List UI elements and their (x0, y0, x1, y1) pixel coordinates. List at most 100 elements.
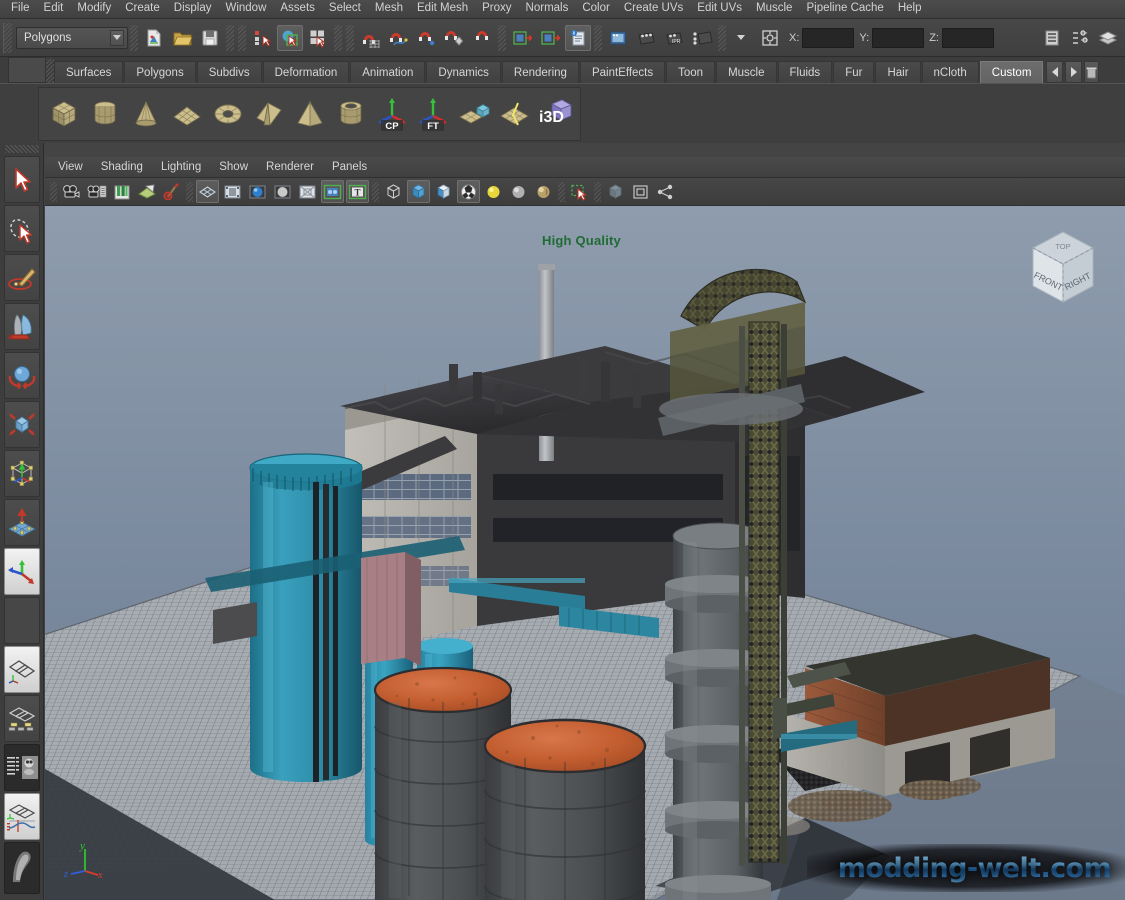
show-hide-attribute-editor-icon[interactable] (1039, 25, 1065, 51)
shelf-tab-ncloth[interactable]: nCloth (921, 61, 979, 83)
menu-item-assets[interactable]: Assets (273, 0, 322, 18)
scale-tool[interactable] (3, 401, 40, 448)
menu-item-create-uvs[interactable]: Create UVs (617, 0, 690, 18)
ipr-render-icon[interactable] (633, 25, 659, 51)
polygon-plane-icon[interactable] (167, 94, 206, 134)
open-scene-icon[interactable] (169, 25, 195, 51)
input-line-mode-icon[interactable] (729, 25, 755, 51)
shelf-tab-polygons[interactable]: Polygons (124, 61, 196, 83)
shelf-tab-dynamics[interactable]: Dynamics (426, 61, 501, 83)
polygon-torus-icon[interactable] (208, 94, 247, 134)
gate-mask-icon[interactable] (271, 180, 294, 203)
use-all-lights-icon[interactable] (482, 180, 505, 203)
shelf-scroll-left-icon[interactable] (1046, 61, 1064, 83)
wireframe-shading-icon[interactable] (382, 180, 405, 203)
view-cube[interactable]: FRONT RIGHT TOP (1015, 222, 1107, 319)
show-hide-tool-settings-icon[interactable] (1067, 25, 1093, 51)
statusline-grip[interactable] (3, 22, 12, 53)
new-scene-icon[interactable] (141, 25, 167, 51)
shelf-tab-rendering[interactable]: Rendering (501, 61, 579, 83)
3d-scene-render[interactable]: High Quality FRONT RIGHT TOP y x z moddi… (45, 206, 1125, 900)
create-cp-axis-icon[interactable]: CP (372, 94, 411, 134)
shelf-tab-animation[interactable]: Animation (350, 61, 426, 83)
select-by-object-type-icon[interactable] (277, 24, 303, 51)
last-tool-used[interactable] (3, 548, 40, 595)
menu-item-window[interactable]: Window (218, 0, 273, 18)
viewport-menu-view[interactable]: View (49, 159, 92, 175)
shelf-tab-subdivs[interactable]: Subdivs (196, 61, 262, 83)
viewport-menu-panels[interactable]: Panels (323, 159, 376, 175)
i3d-plugin-icon[interactable]: i3D (536, 94, 575, 134)
menu-item-pipeline-cache[interactable]: Pipeline Cache (799, 0, 890, 18)
default-light-icon[interactable] (507, 180, 530, 203)
hardware-texturing-icon[interactable] (457, 180, 480, 203)
shadows-icon[interactable] (532, 180, 555, 203)
paint-selection-tool[interactable] (3, 254, 40, 301)
isolate-select-icon[interactable] (568, 180, 591, 203)
menu-item-create[interactable]: Create (118, 0, 167, 18)
chevron-down-icon[interactable] (110, 29, 124, 46)
menu-item-color[interactable]: Color (575, 0, 616, 18)
universal-manipulator-tool[interactable] (3, 450, 40, 497)
viewport-menu-lighting[interactable]: Lighting (152, 159, 210, 175)
render-settings-panel-icon[interactable] (565, 24, 591, 51)
menu-item-muscle[interactable]: Muscle (749, 0, 799, 18)
create-ft-axis-icon[interactable]: FT (413, 94, 452, 134)
snap-to-grid-icon[interactable] (357, 25, 383, 51)
ipr-refresh-render-icon[interactable]: IPR (661, 25, 687, 51)
move-tool[interactable] (3, 303, 40, 350)
shelf-tab-hair[interactable]: Hair (875, 61, 921, 83)
transform-x-input[interactable] (802, 27, 855, 48)
save-scene-icon[interactable] (197, 25, 223, 51)
select-camera-icon[interactable] (60, 180, 83, 203)
shelf-tab-fluids[interactable]: Fluids (777, 61, 833, 83)
shelf-delete-icon[interactable] (1084, 61, 1100, 83)
menu-item-help[interactable]: Help (891, 0, 929, 18)
image-plane-icon[interactable] (135, 180, 158, 203)
menu-item-edit-uvs[interactable]: Edit UVs (690, 0, 749, 18)
shelf-tab-fur[interactable]: Fur (833, 61, 875, 83)
shelf-tab-painteffects[interactable]: PaintEffects (579, 61, 666, 83)
menu-item-select[interactable]: Select (322, 0, 368, 18)
show-hide-channel-box-icon[interactable] (1095, 25, 1121, 51)
shelf-tab-deformation[interactable]: Deformation (262, 61, 350, 83)
viewport-share-icon[interactable] (654, 180, 677, 203)
single-perspective-layout[interactable] (3, 646, 40, 693)
camera-attributes-icon[interactable] (85, 180, 108, 203)
soft-modification-tool[interactable] (3, 499, 40, 546)
four-view-layout[interactable] (3, 695, 40, 742)
shelf-tab-custom[interactable]: Custom (979, 61, 1044, 83)
viewport-menu-shading[interactable]: Shading (92, 159, 152, 175)
menu-item-edit-mesh[interactable]: Edit Mesh (410, 0, 475, 18)
polygon-cone-icon[interactable] (126, 94, 165, 134)
shelf-tab-surfaces[interactable]: Surfaces (54, 61, 124, 83)
render-current-frame-icon[interactable] (605, 25, 631, 51)
high-quality-render-icon[interactable] (629, 180, 652, 203)
bookmarks-icon[interactable] (110, 180, 133, 203)
persp-graph-editor-layout[interactable] (3, 793, 40, 840)
absolute-transform-icon[interactable] (757, 25, 783, 51)
menu-item-edit[interactable]: Edit (37, 0, 71, 18)
polygon-pipe-icon[interactable] (331, 94, 370, 134)
viewport-menu-renderer[interactable]: Renderer (257, 159, 323, 175)
smooth-shade-selected-icon[interactable] (432, 180, 455, 203)
rotate-tool[interactable] (3, 352, 40, 399)
shelf-options-box[interactable] (8, 57, 46, 83)
film-gate-icon[interactable] (221, 180, 244, 203)
shelf-tab-muscle[interactable]: Muscle (716, 61, 777, 83)
persp-outliner-layout[interactable] (3, 744, 40, 791)
transform-y-input[interactable] (872, 27, 925, 48)
menu-item-normals[interactable]: Normals (519, 0, 576, 18)
menu-item-mesh[interactable]: Mesh (368, 0, 410, 18)
polygon-cube-icon[interactable] (44, 94, 83, 134)
menu-set-selector[interactable]: Polygons (16, 26, 128, 49)
resolution-gate-icon[interactable] (246, 180, 269, 203)
split-polygon-icon[interactable] (495, 94, 534, 134)
safe-title-icon[interactable]: T (346, 180, 369, 203)
snap-to-point-icon[interactable] (413, 25, 439, 51)
menu-item-modify[interactable]: Modify (70, 0, 118, 18)
snap-to-projected-center-icon[interactable] (441, 25, 467, 51)
viewport-menu-show[interactable]: Show (210, 159, 257, 175)
safe-action-icon[interactable] (321, 180, 344, 203)
two-d-pan-zoom-icon[interactable] (160, 180, 183, 203)
